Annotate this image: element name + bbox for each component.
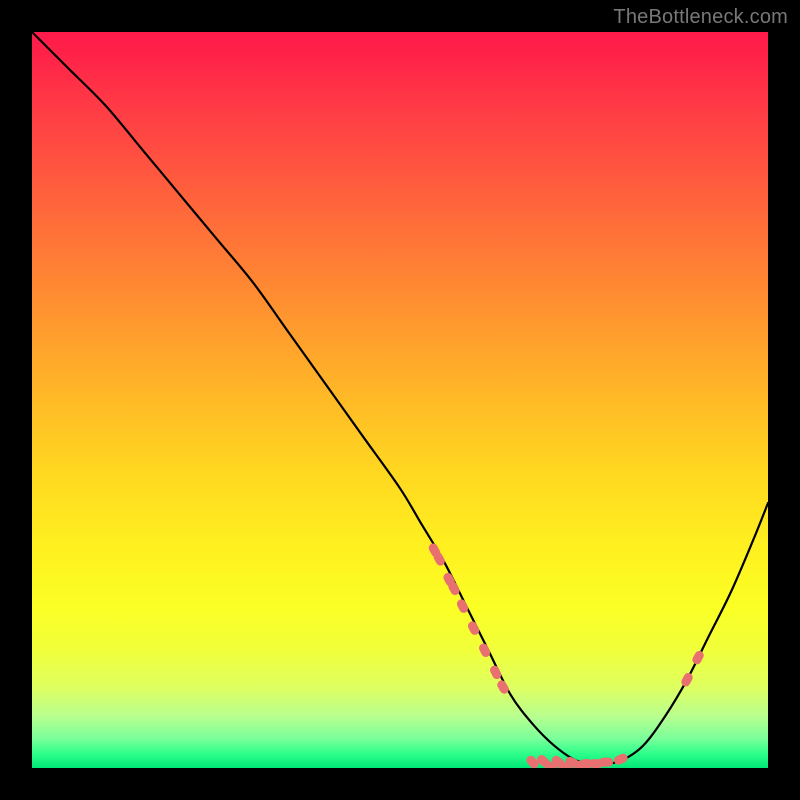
bottleneck-curve	[32, 32, 768, 764]
data-marker	[691, 649, 706, 666]
curve-svg	[32, 32, 768, 768]
data-marker	[477, 642, 491, 659]
chart-container: TheBottleneck.com	[0, 0, 800, 800]
data-marker	[680, 671, 695, 688]
data-marker	[599, 758, 613, 767]
data-marker	[455, 598, 469, 615]
data-marker	[466, 620, 480, 637]
data-marker	[613, 752, 629, 766]
plot-area	[32, 32, 768, 768]
data-markers	[427, 542, 705, 768]
watermark-text: TheBottleneck.com	[613, 6, 788, 29]
